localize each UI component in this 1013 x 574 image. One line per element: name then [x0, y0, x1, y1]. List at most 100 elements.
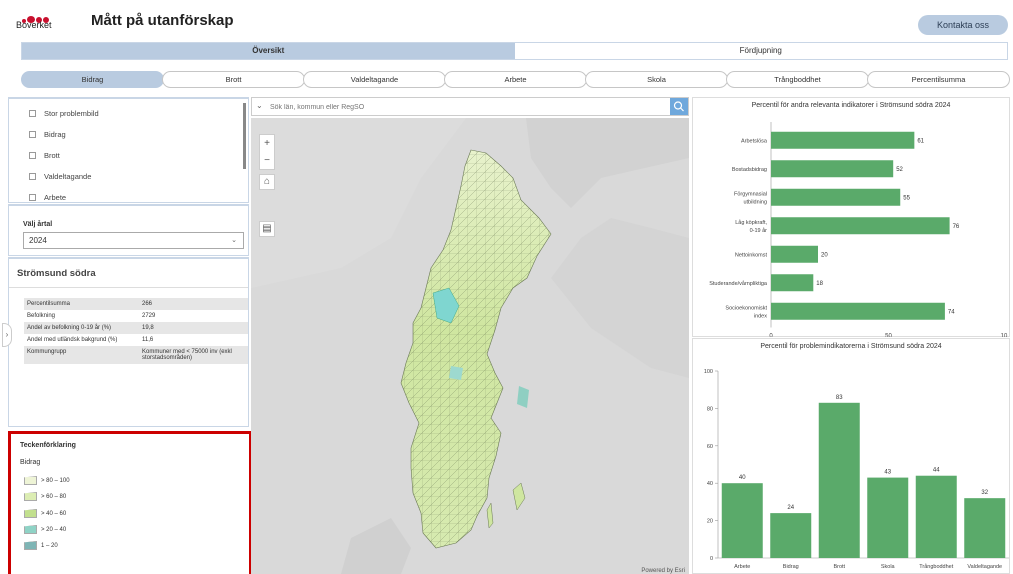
tick-label: 60 [707, 444, 713, 450]
bar [771, 217, 950, 235]
finland-coast [551, 218, 689, 378]
contact-button[interactable]: Kontakta oss [918, 15, 1008, 35]
search-input[interactable] [270, 101, 660, 113]
tab-brott[interactable]: Brott [162, 71, 305, 88]
tick-label: Trångboddhet [919, 563, 954, 570]
legend-label: > 40 – 60 [41, 510, 67, 517]
legend-panel: Teckenförklaring Bidrag > 80 – 100 > 60 … [8, 431, 252, 574]
tick-label: Skola [881, 564, 896, 570]
tick-label: Socioekonomiskt index [725, 305, 767, 319]
search-button[interactable] [670, 98, 688, 115]
header: Boverket Mått på utanförskap Kontakta os… [0, 0, 1013, 38]
row-value: Kommuner med < 75000 inv (exkl storstads… [139, 346, 248, 364]
year-panel: Välj årtal 2024 ⌄ [8, 204, 249, 256]
bar [721, 483, 763, 558]
checkbox-label: Valdeltagande [44, 172, 92, 181]
legend-swatch [24, 525, 37, 534]
tick-label: 80 [707, 406, 713, 412]
data-label: 44 [933, 468, 940, 474]
data-label: 40 [739, 475, 746, 481]
print-icon: ▤ [262, 223, 272, 234]
map-search: ⌄ [251, 97, 689, 116]
chart-title: Percentil för andra relevanta indikatore… [751, 102, 951, 109]
legend-swatch [24, 541, 37, 550]
zoom-in-button[interactable]: + [260, 135, 274, 152]
checkbox-icon [29, 173, 36, 180]
checkbox-bidrag[interactable]: Bidrag [29, 130, 66, 139]
data-label: 20 [821, 252, 828, 258]
year-value: 2024 [29, 236, 47, 245]
checkbox-arbete[interactable]: Arbete [29, 193, 66, 202]
region-highlight [449, 366, 463, 380]
chevron-down-icon: ⌄ [231, 237, 237, 244]
map-view[interactable]: + − ⌂ ▤ Powered by Esri [251, 118, 689, 574]
region-highlight [517, 386, 529, 408]
zoom-out-button[interactable]: − [260, 152, 274, 169]
legend-item: 1 – 20 [24, 541, 58, 550]
data-label: 32 [981, 490, 988, 496]
row-value: 19,8 [139, 322, 248, 334]
legend-subtitle: Bidrag [20, 459, 41, 466]
finland-land [526, 118, 689, 208]
home-icon: ⌂ [263, 176, 271, 187]
year-select[interactable]: 2024 ⌄ [23, 232, 244, 249]
tab-arbete[interactable]: Arbete [444, 71, 587, 88]
tick-label: Förgymnasial utbildning [734, 191, 767, 205]
legend-item: > 40 – 60 [24, 509, 66, 518]
tab-bidrag[interactable]: Bidrag [21, 71, 164, 88]
bar [771, 160, 894, 178]
chevron-down-icon[interactable]: ⌄ [256, 101, 263, 110]
tick-label: Bostadsbidrag [732, 167, 767, 173]
data-label: 52 [896, 167, 903, 173]
row-label: Andel med utländsk bakgrund (%) [27, 337, 118, 343]
bar [771, 131, 915, 149]
checkbox-valdeltagande[interactable]: Valdeltagande [29, 172, 91, 181]
tick-label: 20 [707, 519, 713, 525]
tab-trangboddhet[interactable]: Trångboddhet [726, 71, 869, 88]
app-title: Mått på utanförskap [91, 12, 234, 29]
region-info-panel: Strömsund södra Percentilsumma 266 Befolk… [8, 257, 249, 427]
tick-label: 40 [707, 481, 713, 487]
legend-item: > 80 – 100 [24, 476, 70, 485]
hbar-chart: 61 Arbetslösa 52 Bostadsbidrag 55 Förgymnasia… [709, 122, 1008, 338]
region-name: Strömsund södra [17, 268, 96, 279]
tick-label: 0 [769, 334, 773, 338]
bar [771, 245, 818, 263]
denmark-land [341, 518, 411, 574]
tab-skola[interactable]: Skola [585, 71, 728, 88]
data-label: 61 [917, 138, 924, 144]
tab-fordjupning[interactable]: Fördjupning [515, 43, 1008, 59]
tick-label: Brott [833, 564, 845, 570]
data-label: 74 [948, 309, 955, 315]
print-button[interactable]: ▤ [259, 221, 275, 237]
boverket-logo[interactable]: Boverket [16, 10, 56, 36]
tick-label: Låg köpkraft, 0-19 år [735, 219, 767, 234]
tick-label: Valdeltagande [967, 564, 1002, 570]
legend-swatch [24, 492, 37, 501]
row-label: Percentilsumma [24, 298, 139, 310]
table-row: Befolkning 2729 [24, 310, 248, 322]
expand-panel-button[interactable]: › [2, 323, 12, 347]
chevron-right-icon: › [5, 330, 9, 339]
tick-label: 100 [704, 369, 713, 375]
bar [867, 477, 909, 558]
legend-item: > 60 – 80 [24, 492, 66, 501]
bar [770, 513, 812, 558]
app-root: Boverket Mått på utanförskap Kontakta os… [0, 0, 1013, 574]
tick-label: Arbetslösa [741, 138, 768, 144]
checkbox-brott[interactable]: Brott [29, 151, 60, 160]
tab-percentilsumma[interactable]: Percentilsumma [867, 71, 1010, 88]
checkbox-icon [29, 131, 36, 138]
checkbox-label: Brott [44, 151, 60, 160]
data-label: 43 [884, 470, 891, 476]
bar [771, 302, 945, 320]
home-button[interactable]: ⌂ [259, 174, 275, 190]
tab-oversikt[interactable]: Översikt [22, 43, 515, 59]
checkbox-stor-problembild[interactable]: Stor problembild [29, 109, 99, 118]
bar [771, 188, 901, 206]
oland-land [486, 502, 494, 529]
tab-valdeltagande[interactable]: Valdeltagande [303, 71, 446, 88]
scrollbar[interactable] [243, 103, 246, 169]
chart-problem-indicators: Percentil för problemindikatorerna i Str… [692, 338, 1010, 574]
bar [915, 475, 957, 558]
